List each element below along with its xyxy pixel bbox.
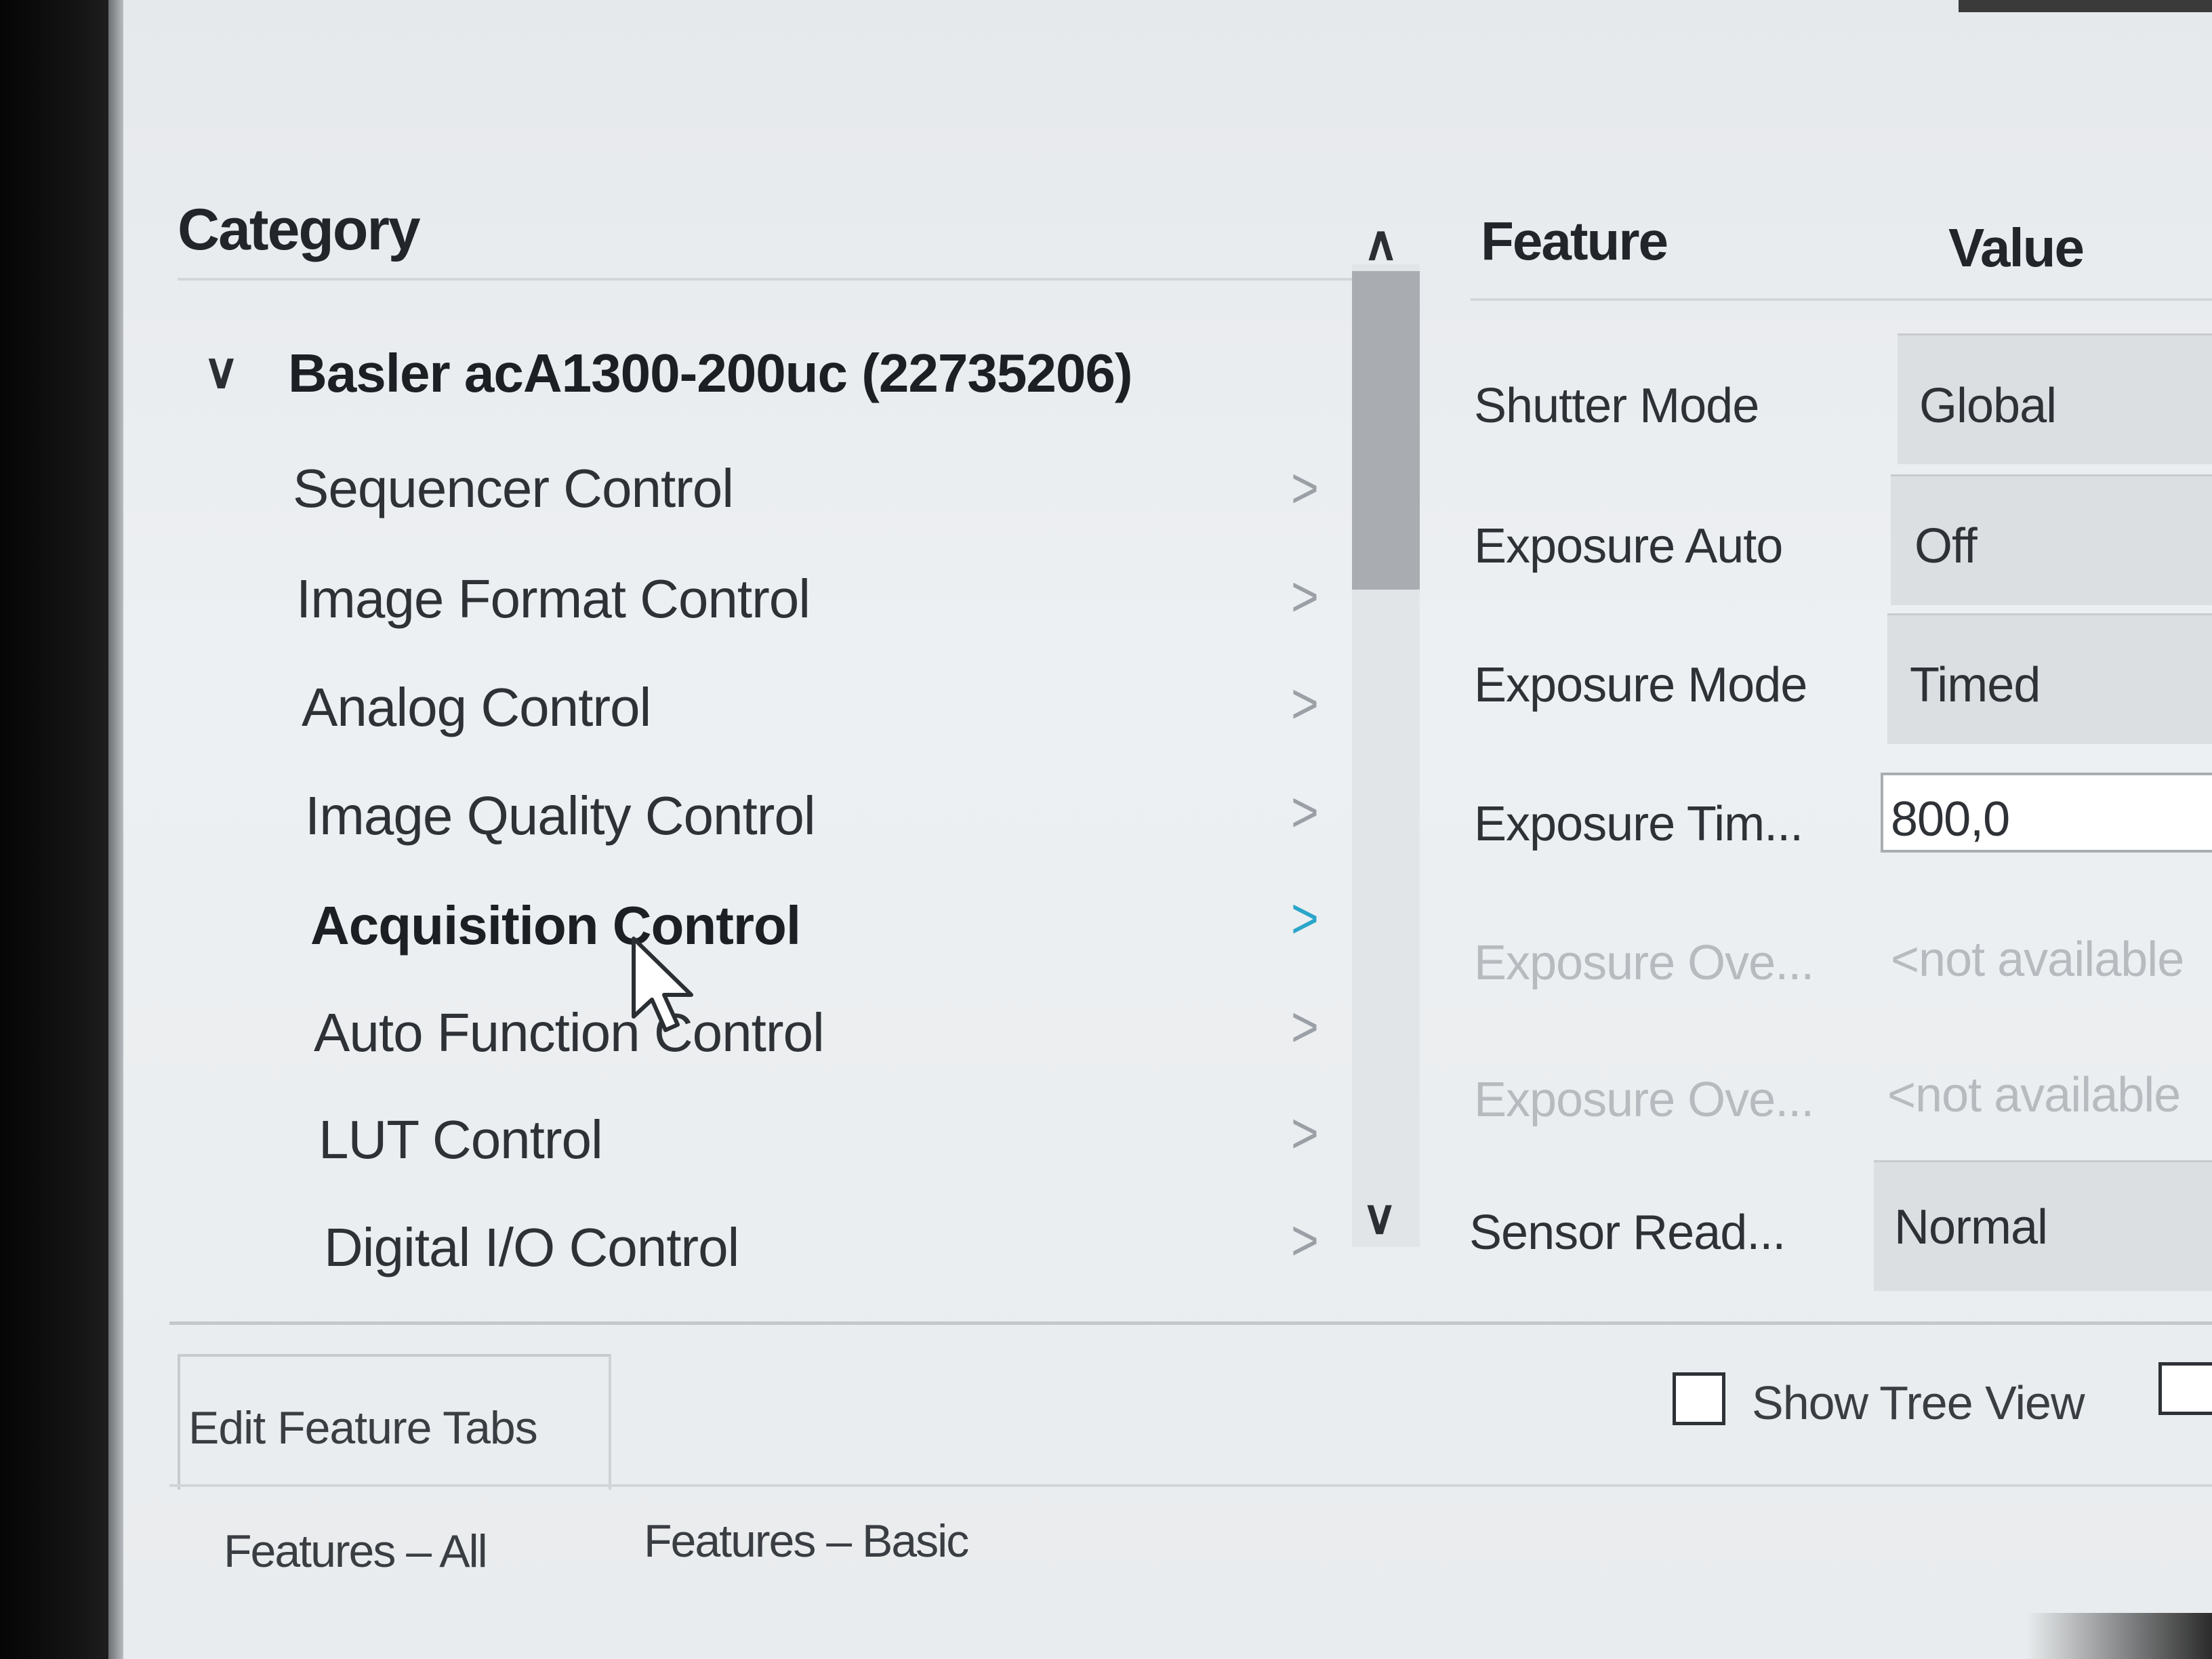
tree-item-label: Acquisition Control: [310, 895, 801, 956]
feature-name-exposure-mode: Exposure Mode: [1474, 658, 1807, 712]
feature-name-shutter-mode: Shutter Mode: [1474, 379, 1759, 433]
scroll-up-icon[interactable]: ∧: [1364, 216, 1398, 271]
tree-item-label: Auto Function Control: [314, 1002, 825, 1063]
tree-item-label: Image Format Control: [296, 569, 811, 629]
second-checkbox[interactable]: [2158, 1362, 2212, 1415]
tree-item-label: Digital I/O Control: [324, 1217, 739, 1277]
chevron-right-icon: >: [1291, 780, 1319, 844]
chevron-right-icon: >: [1291, 456, 1319, 520]
feature-name-exposure-overlap-1: Exposure Ove...: [1474, 936, 1814, 990]
tree-item-label: Analog Control: [302, 677, 651, 737]
value-exposure-time: 800,0: [1891, 792, 2010, 846]
feature-name-sensor-readout: Sensor Read...: [1469, 1206, 1786, 1260]
chevron-right-icon: >: [1291, 1208, 1319, 1272]
value-column-header[interactable]: Value: [1948, 217, 2085, 279]
tree-item-label: Image Quality Control: [305, 785, 816, 846]
tab-features-all[interactable]: Features – All: [224, 1525, 488, 1578]
value-not-available-1: <not available: [1891, 933, 2184, 987]
chevron-right-icon: >: [1291, 565, 1319, 628]
chevron-down-icon[interactable]: ∨: [203, 342, 239, 399]
panel-divider: [169, 1322, 2212, 1325]
show-tree-view-label[interactable]: Show Tree View: [1752, 1376, 2085, 1430]
value-exposure-mode: Timed: [1910, 658, 2041, 712]
show-tree-view-checkbox[interactable]: [1673, 1372, 1725, 1425]
feature-column-header[interactable]: Feature: [1481, 210, 1668, 272]
window-edge: [108, 0, 123, 1659]
mouse-cursor-icon: [632, 937, 693, 1032]
top-edge: [1959, 0, 2212, 12]
category-header-divider: [178, 278, 1357, 281]
feature-name-exposure-auto: Exposure Auto: [1474, 519, 1783, 573]
tabs-divider: [169, 1484, 2212, 1487]
value-exposure-auto: Off: [1914, 519, 1978, 573]
feature-name-exposure-overlap-2: Exposure Ove...: [1474, 1073, 1814, 1127]
tree-root-camera[interactable]: Basler acA1300-200uc (22735206): [288, 342, 1132, 405]
edit-feature-tabs-label: Edit Feature Tabs: [188, 1402, 538, 1454]
chevron-right-icon: >: [1291, 995, 1319, 1059]
scrollbar-thumb[interactable]: [1352, 271, 1420, 590]
monitor-bezel: [0, 0, 108, 1659]
category-column-header: Category: [178, 197, 421, 262]
feature-name-exposure-time: Exposure Tim...: [1474, 797, 1803, 851]
chevron-right-icon: >: [1291, 1101, 1319, 1165]
tree-item-label: LUT Control: [319, 1109, 603, 1170]
value-sensor-readout: Normal: [1894, 1200, 2048, 1254]
tab-features-basic[interactable]: Features – Basic: [644, 1515, 969, 1568]
value-shutter-mode: Global: [1919, 379, 2057, 433]
tree-item-label: Sequencer Control: [293, 458, 734, 518]
bottom-shadow: [2026, 1613, 2212, 1659]
chevron-right-icon: >: [1291, 886, 1319, 950]
scroll-down-icon[interactable]: ∨: [1362, 1189, 1397, 1245]
chevron-right-icon: >: [1291, 672, 1319, 735]
value-not-available-2: <not available: [1887, 1068, 2181, 1122]
feature-header-divider: [1471, 298, 2212, 301]
